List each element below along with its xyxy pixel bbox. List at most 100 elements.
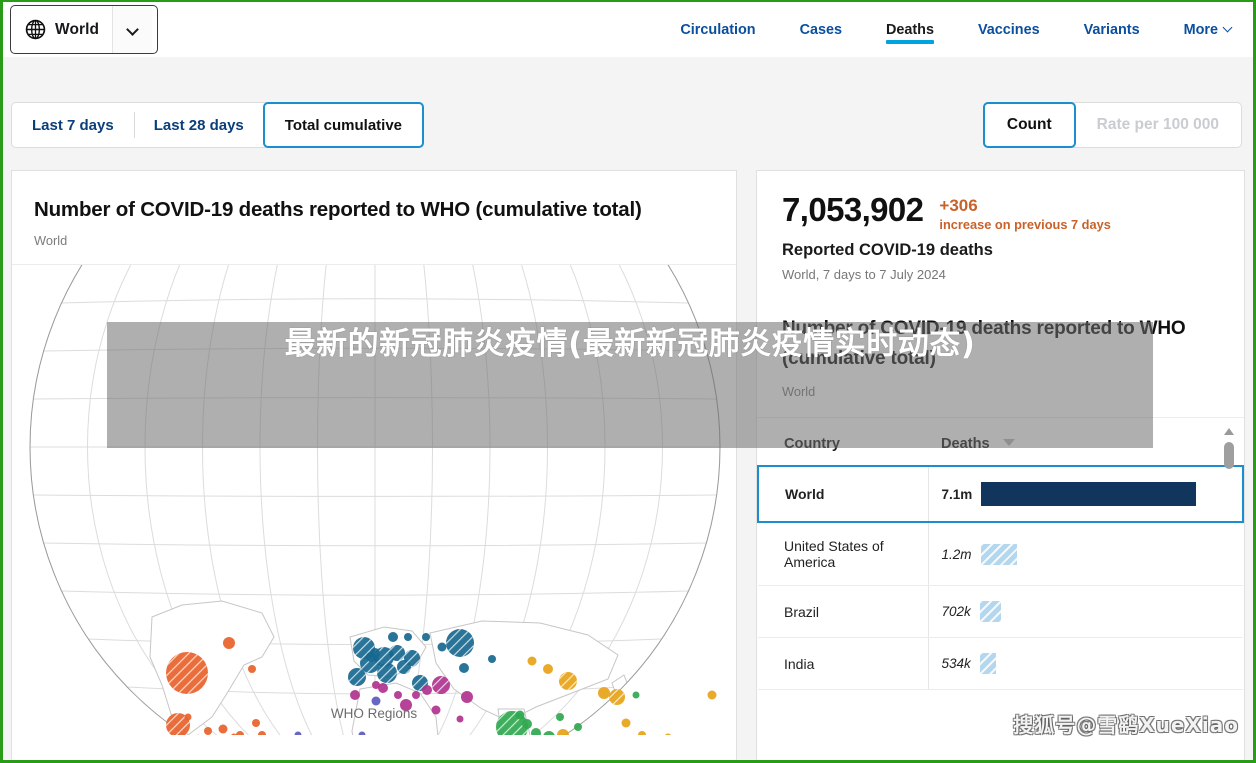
map-bubble[interactable] bbox=[223, 637, 235, 649]
map-bubble[interactable] bbox=[707, 690, 717, 700]
map-bubble[interactable] bbox=[527, 656, 537, 666]
stats-card: 7,053,902 +306 increase on previous 7 da… bbox=[756, 170, 1245, 760]
country-selector[interactable]: World bbox=[10, 5, 158, 54]
table-subtitle: World bbox=[782, 384, 816, 399]
map-bubble[interactable] bbox=[557, 729, 569, 735]
nav-label: Vaccines bbox=[977, 21, 1040, 38]
nav-item-variants[interactable]: Variants bbox=[1062, 2, 1162, 57]
map-bubble[interactable] bbox=[488, 655, 496, 663]
cell-country: United States of America bbox=[758, 522, 928, 586]
nav-item-circulation[interactable]: Circulation bbox=[658, 2, 777, 57]
table-row[interactable]: World 7.1m bbox=[757, 465, 1244, 523]
map-bubble[interactable] bbox=[437, 642, 447, 652]
map-bubble[interactable] bbox=[412, 691, 420, 699]
map-bubble[interactable] bbox=[632, 691, 640, 699]
column-label: Country bbox=[784, 436, 840, 452]
globe-icon bbox=[25, 19, 46, 40]
map-svg bbox=[29, 265, 721, 736]
scrollbar-thumb[interactable] bbox=[1224, 442, 1234, 469]
map-bubble[interactable] bbox=[248, 665, 256, 673]
map-bubble[interactable] bbox=[404, 633, 412, 641]
map-bubble[interactable] bbox=[461, 691, 473, 703]
map-bubble[interactable] bbox=[574, 723, 582, 731]
map-bubble[interactable] bbox=[598, 687, 610, 699]
nav-item-vaccines[interactable]: Vaccines bbox=[956, 2, 1062, 57]
country-selector-dropdown-toggle[interactable] bbox=[112, 6, 153, 53]
toggle-rate-per-100000[interactable]: Rate per 100 000 bbox=[1075, 103, 1241, 147]
deaths-table-wrapper: Country Deaths World 7.1m United States of… bbox=[757, 418, 1244, 690]
period-tabs: Last 7 days Last 28 days Total cumulativ… bbox=[11, 102, 425, 148]
nav-label: Cases bbox=[799, 21, 842, 38]
map-bubble[interactable] bbox=[388, 632, 398, 642]
panels-container: Number of COVID-19 deaths reported to WH… bbox=[11, 170, 1245, 760]
map-card-header: Number of COVID-19 deaths reported to WH… bbox=[12, 171, 736, 265]
map-bubble[interactable] bbox=[665, 733, 672, 736]
table-title: Number of COVID-19 deaths reported to WH… bbox=[782, 318, 1186, 369]
map-bubble[interactable] bbox=[397, 660, 411, 674]
map-bubble[interactable] bbox=[348, 668, 366, 686]
stat-delta-group: +306 increase on previous 7 days bbox=[939, 191, 1110, 232]
table-row[interactable]: India 534k bbox=[758, 637, 1243, 690]
map-bubble[interactable] bbox=[294, 731, 302, 736]
map-bubble[interactable] bbox=[366, 652, 376, 662]
table-row[interactable]: United States of America 1.2m bbox=[758, 522, 1243, 586]
map-bubble[interactable] bbox=[394, 691, 402, 699]
column-header-country[interactable]: Country bbox=[758, 436, 928, 467]
map-bubble[interactable] bbox=[531, 728, 541, 735]
map-bubble[interactable] bbox=[371, 696, 381, 706]
map-bubble[interactable] bbox=[638, 731, 646, 735]
map-bubble[interactable] bbox=[218, 724, 228, 734]
deaths-bar bbox=[979, 601, 1002, 622]
table-row[interactable]: Brazil 702k bbox=[758, 585, 1243, 638]
nav-item-deaths[interactable]: Deaths bbox=[864, 2, 956, 57]
scroll-up-arrow-icon[interactable] bbox=[1224, 428, 1234, 435]
map-bubble[interactable] bbox=[166, 652, 208, 694]
map-subtitle: World bbox=[34, 233, 68, 248]
map-card: Number of COVID-19 deaths reported to WH… bbox=[11, 170, 737, 760]
stat-label: Reported COVID-19 deaths bbox=[782, 241, 993, 259]
tab-total-cumulative[interactable]: Total cumulative bbox=[262, 102, 425, 148]
cell-deaths: 7.1m bbox=[927, 465, 1244, 523]
map-bubble[interactable] bbox=[372, 681, 380, 689]
deaths-bar bbox=[981, 482, 1197, 506]
tab-last-28-days[interactable]: Last 28 days bbox=[133, 103, 264, 147]
map-bubble[interactable] bbox=[422, 685, 432, 695]
deaths-value: 1.2m bbox=[941, 546, 972, 562]
table-header-row: Country Deaths bbox=[758, 436, 1243, 467]
map-legend-caption: WHO Regions bbox=[330, 706, 418, 721]
tab-label: Last 7 days bbox=[32, 116, 114, 134]
map-bubble[interactable] bbox=[543, 731, 555, 735]
who-dashboard-page: World Circulation Cases Deaths Vaccines … bbox=[0, 0, 1256, 763]
tab-label: Last 28 days bbox=[153, 116, 244, 134]
map-bubble[interactable] bbox=[432, 676, 450, 694]
toggle-count[interactable]: Count bbox=[982, 102, 1076, 148]
table-card-header: Number of COVID-19 deaths reported to WH… bbox=[757, 300, 1244, 418]
summary-stat: 7,053,902 +306 increase on previous 7 da… bbox=[757, 171, 1244, 300]
column-header-deaths[interactable]: Deaths bbox=[928, 436, 1243, 467]
map-bubble[interactable] bbox=[609, 689, 625, 705]
main-nav: Circulation Cases Deaths Vaccines Varian… bbox=[658, 2, 1237, 57]
table-scrollbar[interactable] bbox=[1222, 428, 1236, 658]
map-bubble[interactable] bbox=[422, 633, 430, 641]
map-bubble[interactable] bbox=[258, 731, 266, 735]
map-bubble[interactable] bbox=[559, 672, 577, 690]
stat-value: 7,053,902 bbox=[782, 191, 924, 228]
site-header: World Circulation Cases Deaths Vaccines … bbox=[3, 2, 1253, 57]
world-bubble-map[interactable]: WHO Regions bbox=[12, 265, 736, 735]
nav-item-more[interactable]: More bbox=[1162, 2, 1237, 57]
map-bubble[interactable] bbox=[389, 645, 405, 661]
cell-country: Brazil bbox=[758, 585, 928, 638]
map-bubble[interactable] bbox=[236, 731, 244, 735]
map-bubble[interactable] bbox=[446, 629, 474, 657]
deaths-bar bbox=[980, 543, 1018, 565]
country-selector-label: World bbox=[55, 20, 100, 38]
cell-country: India bbox=[758, 637, 928, 690]
map-bubble[interactable] bbox=[350, 690, 360, 700]
map-bubble[interactable] bbox=[204, 727, 212, 735]
nav-item-cases[interactable]: Cases bbox=[778, 2, 864, 57]
map-bubble[interactable] bbox=[459, 663, 469, 673]
nav-label: More bbox=[1183, 21, 1218, 38]
sort-descending-icon[interactable] bbox=[1002, 439, 1015, 446]
tab-last-7-days[interactable]: Last 7 days bbox=[12, 103, 134, 147]
map-bubble[interactable] bbox=[543, 664, 553, 674]
